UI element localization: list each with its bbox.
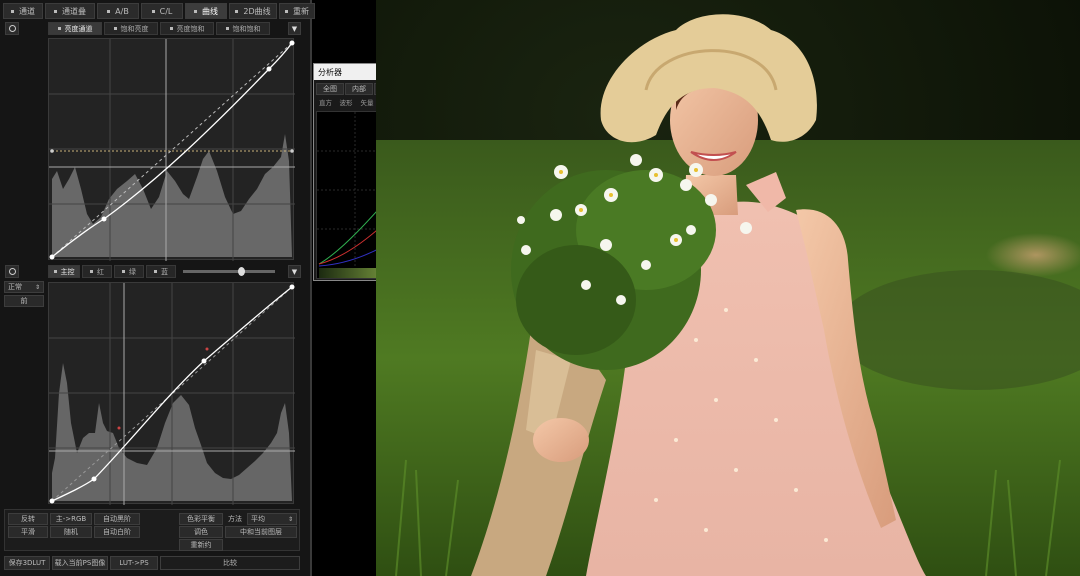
random-button[interactable]: 随机 [50, 526, 92, 538]
master-control-point[interactable] [91, 476, 97, 482]
lower-reset-circle-button[interactable] [5, 265, 19, 278]
circle-icon [8, 268, 16, 275]
upper-subtab-row: 亮度通道 饱和亮度 亮度饱和 饱和饱和 [48, 22, 270, 35]
tab-marker-icon [235, 9, 239, 13]
tab-channel[interactable]: 通道 [3, 3, 43, 19]
curve-actions-group: 反转 主->RGB 自动黑阶 平滑 随机 自动白阶 色彩平衡 方法 平均 ⇕ 调色… [4, 509, 300, 551]
circle-icon [8, 25, 16, 32]
upper-reference-handle[interactable] [50, 149, 54, 153]
upper-reset-circle-button[interactable] [5, 22, 19, 35]
tab-marker-icon [151, 9, 155, 13]
analyzer-sub-histogram[interactable]: 直方 [316, 97, 335, 107]
triangle-down-icon: ▼ [291, 267, 298, 276]
subtab-sat-vs-luma[interactable]: 饱和亮度 [104, 22, 158, 35]
tab-curves[interactable]: 曲线 [185, 3, 227, 19]
upper-reference-handle[interactable] [290, 149, 294, 153]
channel-tab-blue[interactable]: 蓝 [146, 265, 176, 278]
upper-control-point[interactable] [101, 216, 107, 222]
tab-marker-icon [113, 27, 117, 30]
master-curve-svg [49, 283, 295, 505]
neutralize-layer-button[interactable]: 中和当前图层 [225, 526, 297, 538]
top-tab-row: 通道 通道叠 A/B C/L 曲线 2D曲线 重新 [3, 3, 315, 19]
tab-channel-stack[interactable]: 通道叠 [45, 3, 95, 19]
blend-mode-select[interactable]: 正常 ⇕ [4, 281, 44, 293]
channel-tab-master[interactable]: 主控 [48, 265, 80, 278]
color-balance-button[interactable]: 色彩平衡 [179, 513, 223, 525]
upper-curve-svg [49, 39, 295, 261]
upper-control-point[interactable] [49, 254, 55, 260]
lower-dropdown-arrow[interactable]: ▼ [288, 265, 301, 278]
analyzer-tab-inside[interactable]: 内部 [345, 83, 373, 95]
tab-marker-icon [169, 27, 173, 30]
method-select[interactable]: 平均 ⇕ [247, 513, 297, 525]
triangle-down-icon: ▼ [291, 24, 298, 33]
tab-marker-icon [11, 9, 14, 13]
load-ps-image-button[interactable]: 载入当前PS图像 [52, 556, 108, 570]
auto-white-button[interactable]: 自动白阶 [94, 526, 140, 538]
tab-marker-icon [194, 9, 197, 13]
analyzer-tab-full[interactable]: 全图 [316, 83, 344, 95]
tab-marker-icon [285, 9, 288, 13]
preview-image [376, 0, 1080, 576]
subtab-luma-vs-sat[interactable]: 亮度饱和 [160, 22, 214, 35]
tab-marker-icon [90, 270, 93, 273]
smooth-button[interactable]: 平滑 [8, 526, 48, 538]
preview-photo-svg [376, 0, 1080, 576]
tab-marker-icon [54, 9, 57, 13]
upper-histogram [52, 134, 292, 257]
master-sample-marker [117, 426, 121, 430]
reapply-button[interactable]: 重新约 [179, 539, 223, 551]
channel-tab-row: 主控 红 绿 蓝 [48, 265, 176, 278]
upper-control-point[interactable] [289, 40, 295, 46]
strength-slider-thumb[interactable] [238, 267, 246, 276]
lut-to-ps-button[interactable]: LUT->PS [110, 556, 158, 570]
analyzer-sub-waveform[interactable]: 波形 [336, 97, 356, 107]
master-to-rgb-button[interactable]: 主->RGB [50, 513, 92, 525]
photo-hand [533, 418, 589, 462]
tab-2d-curves[interactable]: 2D曲线 [229, 3, 277, 19]
upper-dropdown-arrow[interactable]: ▼ [288, 22, 301, 35]
tab-marker-icon [107, 9, 111, 13]
master-control-point[interactable] [201, 358, 207, 364]
channel-tab-green[interactable]: 绿 [114, 265, 144, 278]
strength-slider-track[interactable] [183, 267, 275, 276]
subtab-sat-vs-sat[interactable]: 饱和饱和 [216, 22, 270, 35]
master-control-point[interactable] [49, 498, 55, 504]
tab-cl[interactable]: C/L [141, 3, 183, 19]
tab-ab[interactable]: A/B [97, 3, 139, 19]
grading-button[interactable]: 调色 [179, 526, 223, 538]
tab-reset[interactable]: 重新 [279, 3, 315, 19]
analyzer-title: 分析器 [318, 67, 342, 77]
auto-black-button[interactable]: 自动黑阶 [94, 513, 140, 525]
tab-marker-icon [53, 270, 57, 273]
spinner-arrows-icon: ⇕ [287, 515, 293, 523]
tab-marker-icon [225, 27, 229, 30]
method-label: 方法 [228, 515, 242, 523]
curves-panel: 通道 通道叠 A/B C/L 曲线 2D曲线 重新 亮度通道 饱和亮度 亮度饱和… [0, 0, 315, 576]
tab-marker-icon [154, 270, 157, 273]
channel-tab-red[interactable]: 红 [82, 265, 112, 278]
compare-button[interactable]: 比较 [160, 556, 300, 570]
tab-marker-icon [122, 270, 125, 273]
master-curve-graph[interactable] [48, 282, 295, 505]
subtab-luma-channel[interactable]: 亮度通道 [48, 22, 102, 35]
front-button[interactable]: 前 [4, 295, 44, 307]
upper-curve-graph[interactable] [48, 38, 295, 261]
save-3dlut-button[interactable]: 保存3DLUT [4, 556, 50, 570]
analyzer-sub-vectorscope[interactable]: 矢量 [357, 97, 377, 107]
upper-control-point[interactable] [266, 66, 272, 72]
tab-marker-icon [57, 27, 61, 30]
spinner-arrows-icon: ⇕ [34, 283, 40, 291]
invert-button[interactable]: 反转 [8, 513, 48, 525]
master-control-point[interactable] [289, 284, 295, 290]
master-sample-marker [205, 347, 209, 351]
